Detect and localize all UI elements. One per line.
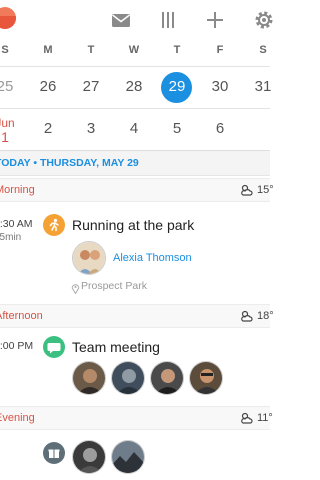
avatar[interactable] (111, 361, 145, 395)
view-columns-icon[interactable] (157, 9, 179, 31)
section-label: Evening (0, 412, 35, 424)
avatar[interactable] (72, 241, 106, 275)
calendar-day[interactable]: 27 (73, 67, 109, 107)
temperature: 15° (257, 184, 274, 196)
section-header-afternoon: Afternoon 18° (0, 304, 274, 328)
calendar-day[interactable]: 31 (245, 67, 281, 107)
calendar-day[interactable]: 5 (159, 109, 195, 149)
calendar-day[interactable]: 4 (116, 109, 152, 149)
calendar-day-today[interactable]: 29 (159, 67, 195, 107)
event-duration: 45min (0, 232, 22, 243)
calendar-day[interactable]: 3 (73, 109, 109, 149)
weekday-label: F (216, 44, 224, 56)
calendar-day[interactable]: 26 (30, 67, 66, 107)
weekday-label: M (43, 44, 53, 56)
month-label: Jun (0, 116, 15, 130)
location-pin-icon (71, 281, 80, 295)
today-day-number: 29 (168, 78, 186, 95)
calendar-day[interactable]: 2 (30, 109, 66, 149)
chat-icon (43, 336, 65, 358)
app-logo[interactable] (0, 7, 16, 29)
add-icon[interactable] (204, 9, 226, 31)
agenda-date: THURSDAY, MAY 29 (39, 157, 139, 169)
toolbar (0, 0, 273, 42)
calendar-day[interactable] (245, 109, 281, 149)
agenda-date-header: TODAY • THURSDAY, MAY 29 (0, 150, 270, 176)
section-header-morning: Morning 15° (0, 178, 274, 202)
calendar-day[interactable]: 25 (0, 67, 23, 107)
calendar-day[interactable]: 6 (202, 109, 238, 149)
weekday-label: T (173, 44, 181, 56)
section-label: Afternoon (0, 310, 43, 322)
weekday-label: T (87, 44, 95, 56)
settings-icon[interactable] (253, 9, 275, 31)
calendar-week-row: 25 26 27 28 29 30 31 (0, 66, 271, 108)
event-location[interactable]: Prospect Park (81, 280, 147, 292)
calendar-day[interactable]: 28 (116, 67, 152, 107)
section-label: Morning (0, 184, 35, 196)
avatar[interactable] (72, 361, 106, 395)
calendar-week-row: Jun 1 2 3 4 5 6 (0, 108, 270, 150)
event-title: Running at the park (72, 217, 195, 233)
date-separator: • (30, 157, 40, 169)
temperature: 11° (257, 412, 273, 424)
weekday-label: W (128, 44, 140, 56)
calendar-day-month-start[interactable]: Jun 1 (0, 109, 23, 149)
weekday-label: S (1, 44, 9, 56)
partly-cloudy-icon (239, 309, 253, 323)
calendar-day[interactable]: 30 (202, 67, 238, 107)
today-label: TODAY (0, 157, 31, 169)
calendar-day-number: 1 (1, 129, 9, 145)
avatar[interactable] (111, 440, 145, 474)
inbox-icon[interactable] (110, 9, 132, 31)
avatar[interactable] (150, 361, 184, 395)
avatar[interactable] (189, 361, 223, 395)
event-time: 1:00 PM (0, 340, 34, 352)
attendee-name[interactable]: Alexia Thomson (113, 252, 192, 264)
weekday-header: S M T W T F S (0, 44, 270, 64)
running-icon (43, 214, 65, 236)
partly-cloudy-icon (239, 411, 253, 425)
event-title: Team meeting (72, 339, 160, 355)
section-header-evening: Evening 11° (0, 406, 273, 430)
avatar[interactable] (72, 440, 106, 474)
weekday-label: S (259, 44, 267, 56)
temperature: 18° (257, 310, 274, 322)
event-time: 7:30 AM (0, 218, 33, 230)
gift-icon[interactable] (43, 442, 65, 464)
partly-cloudy-icon (239, 183, 253, 197)
